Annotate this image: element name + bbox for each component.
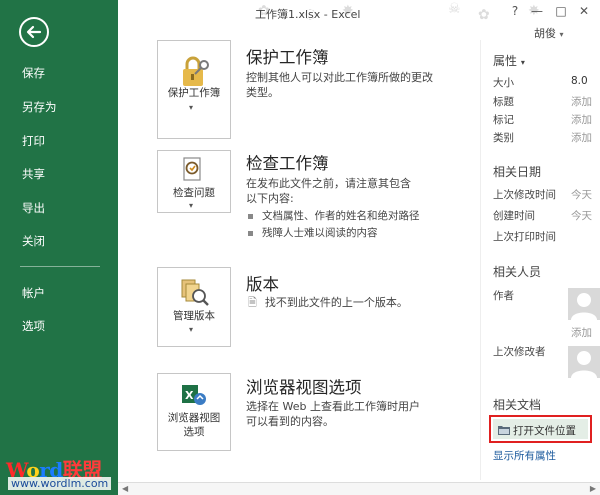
browser-view-options-button[interactable]: X 浏览器视图 选项 [157,373,231,451]
sidebar-item-save-as[interactable]: 另存为 [0,94,118,120]
add-author-link[interactable]: 添加 [571,325,592,340]
property-value[interactable]: 添加 [571,94,592,109]
inspect-workbook-desc-1: 在发布此文件之前，请注意其包含 [246,177,411,190]
protect-workbook-desc-1: 控制其他人可以对此工作簿所做的更改 [246,71,433,84]
related-dates-header: 相关日期 [493,165,542,179]
sidebar-divider [20,266,100,267]
last-modified-by-label: 上次修改者 [493,346,546,358]
sidebar-item-close[interactable]: 关闭 [0,228,118,254]
protect-workbook-title: 保护工作簿 [246,48,329,67]
browser-view-label-1: 浏览器视图 [167,412,221,424]
related-people-header: 相关人员 [493,265,542,279]
manage-versions-button[interactable]: 管理版本 ▾ [157,267,231,347]
protect-workbook-desc-2: 类型。 [246,86,279,99]
date-value: 今天 [571,189,592,201]
title-bar: ✿ ◌ ✸ ☠ ✿ ✸ 工作簿1.xlsx - Excel ? — □ ✕ [118,0,600,26]
date-key: 上次打印时间 [493,231,556,243]
date-value: 今天 [571,210,592,222]
inspect-document-icon [183,157,201,181]
svg-text:X: X [185,389,194,402]
sidebar-item-options[interactable]: 选项 [0,313,118,339]
excel-backstage-info: 保存 另存为 打印 共享 导出 关闭 帐户 选项 Word联盟 www.word… [0,0,600,495]
backstage-sidebar: 保存 另存为 打印 共享 导出 关闭 帐户 选项 Word联盟 www.word… [0,0,118,495]
sidebar-item-print[interactable]: 打印 [0,128,118,154]
check-issues-label: 检查问题 [173,187,215,199]
inspect-workbook-desc-2: 以下内容: [246,192,294,205]
browser-view-desc-2: 可以看到的内容。 [246,415,334,428]
decoration-icon: ☠ [448,1,461,17]
versions-desc: 🗎 找不到此文件的上一个版本。 [248,296,408,309]
open-file-location-label: 打开文件位置 [513,425,576,437]
property-key: 大小 [493,77,514,89]
manage-versions-icon [181,279,209,306]
inspect-workbook-title: 检查工作簿 [246,154,329,173]
scroll-right-icon[interactable]: ▶ [590,484,596,493]
browser-view-desc-1: 选择在 Web 上查看此工作簿时用户 [246,400,420,413]
lock-key-icon [183,56,209,86]
person-icon [571,293,597,320]
manage-versions-label: 管理版本 [173,310,215,322]
properties-header[interactable]: 属性 ▾ [493,52,525,69]
chevron-down-icon: ▾ [189,325,194,334]
inspect-bullet: 残障人士难以阅读的内容 [248,225,378,240]
help-button[interactable]: ? [508,4,522,18]
decoration-icon: ✿ [478,7,490,23]
chevron-down-icon: ▾ [189,201,194,210]
check-issues-button[interactable]: 检查问题 ▾ [157,150,231,213]
property-key: 类别 [493,132,514,144]
user-account[interactable]: 胡俊 ▾ [534,25,564,41]
avatar [568,346,600,378]
date-key: 上次修改时间 [493,189,556,201]
scroll-left-icon[interactable]: ◀ [122,484,128,493]
property-value[interactable]: 添加 [571,130,592,145]
author-label: 作者 [493,290,514,302]
back-arrow-icon [26,25,42,39]
sidebar-item-share[interactable]: 共享 [0,161,118,187]
watermark-url: www.wordlm.com [8,477,112,490]
close-button[interactable]: ✕ [577,4,591,18]
avatar [568,288,600,320]
person-icon [571,351,597,378]
content-scrollbar[interactable] [480,40,488,480]
folder-icon [498,426,510,435]
versions-title: 版本 [246,275,279,294]
open-file-location-button[interactable]: 打开文件位置 [489,415,592,443]
browser-view-label-2: 选项 [183,426,205,438]
sidebar-item-save[interactable]: 保存 [0,60,118,86]
horizontal-scrollbar[interactable]: ◀ ▶ [118,482,600,495]
protect-workbook-button[interactable]: 保护工作簿 ▾ [157,40,231,139]
property-value[interactable]: 添加 [571,112,592,127]
property-key: 标题 [493,96,514,108]
sidebar-item-account[interactable]: 帐户 [0,280,118,306]
back-button[interactable] [19,17,49,47]
document-icon: 🗎 [248,296,257,309]
window-title: 工作簿1.xlsx - Excel [255,8,361,21]
property-value: 8.0 [571,75,588,87]
related-documents-header: 相关文档 [493,398,542,412]
date-key: 创建时间 [493,210,535,222]
restore-button[interactable]: □ [554,4,568,18]
protect-workbook-label: 保护工作簿 [167,87,221,99]
show-all-properties-link[interactable]: 显示所有属性 [493,448,556,463]
excel-web-icon: X [182,385,206,405]
chevron-down-icon: ▾ [189,103,194,112]
property-key: 标记 [493,114,514,126]
browser-view-title: 浏览器视图选项 [246,378,362,397]
minimize-button[interactable]: — [530,4,544,18]
inspect-bullet: 文档属性、作者的姓名和绝对路径 [248,208,420,223]
sidebar-item-export[interactable]: 导出 [0,195,118,221]
